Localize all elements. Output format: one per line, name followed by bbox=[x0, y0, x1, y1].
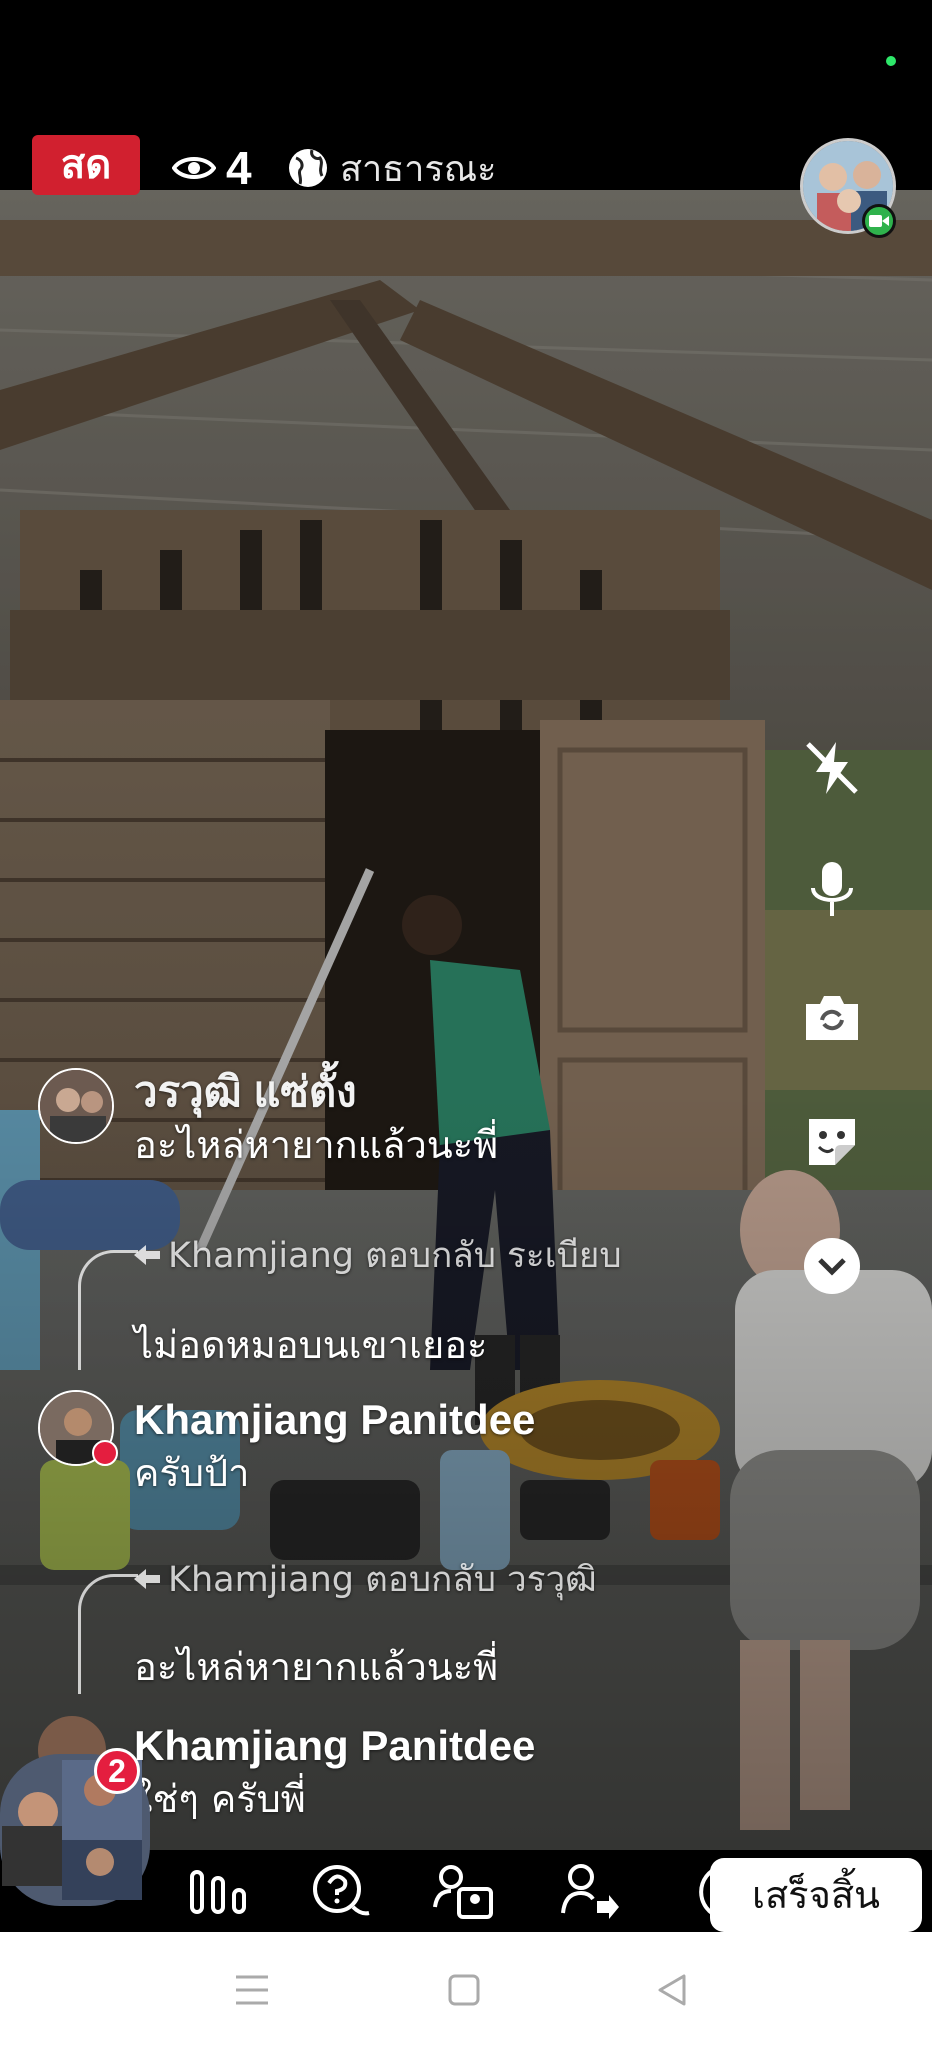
invite-button[interactable] bbox=[556, 1858, 624, 1926]
viewer-count-group[interactable]: 4 bbox=[172, 138, 252, 198]
comment-text: อะไหล่หายากแล้วนะพี่ bbox=[134, 1645, 499, 1689]
chevron-down-icon bbox=[804, 1238, 860, 1294]
commenter-name[interactable]: Khamjiang Panitdee bbox=[134, 1720, 535, 1772]
guest-icon bbox=[433, 1865, 493, 1919]
reply-context-text: Khamjiang ตอบกลับ ระเบียบ bbox=[168, 1236, 622, 1276]
privacy-selector[interactable]: สาธารณะ bbox=[286, 138, 496, 198]
poll-icon bbox=[190, 1870, 246, 1914]
video-camera-icon bbox=[862, 204, 896, 238]
commenter-name[interactable]: Khamjiang Panitdee bbox=[134, 1394, 535, 1446]
camera-indicator-dot bbox=[886, 56, 896, 66]
privacy-label: สาธารณะ bbox=[340, 148, 497, 190]
poll-button[interactable] bbox=[184, 1858, 252, 1926]
flash-off-button[interactable] bbox=[800, 736, 864, 800]
comment-item: วรวุฒิ แซ่ตั้ง อะไหล่หายากแล้วนะพี่ bbox=[134, 1066, 498, 1172]
comment-text: ครับป้า bbox=[134, 1451, 250, 1495]
switch-camera-icon bbox=[806, 996, 858, 1040]
invite-icon bbox=[561, 1864, 619, 1919]
microphone-button[interactable] bbox=[800, 858, 864, 922]
comment-text: อะไหล่หายากแล้วนะพี่ bbox=[134, 1123, 499, 1167]
nav-home-button[interactable] bbox=[436, 1962, 492, 2018]
reply-thread-line bbox=[78, 1250, 138, 1370]
home-icon bbox=[448, 1974, 480, 2006]
question-icon bbox=[313, 1865, 370, 1916]
system-nav-bar bbox=[0, 1932, 932, 2046]
reply-context: Khamjiang ตอบกลับ วรวุฒิ bbox=[134, 1556, 597, 1604]
eye-icon bbox=[172, 157, 216, 179]
guest-button[interactable] bbox=[430, 1858, 498, 1926]
reply-thread-line bbox=[78, 1574, 138, 1694]
comment-text: ใช่ๆ ครับพี่ bbox=[134, 1777, 306, 1821]
collapse-button[interactable] bbox=[800, 1234, 864, 1298]
back-icon bbox=[658, 1974, 686, 2006]
live-badge: สด bbox=[32, 135, 140, 195]
viewer-count: 4 bbox=[226, 142, 252, 194]
flash-off-icon bbox=[806, 742, 858, 794]
reply-arrow-icon bbox=[134, 1569, 160, 1589]
commenter-avatar[interactable] bbox=[38, 1068, 114, 1144]
comment-item: Khamjiang Panitdee ใช่ๆ ครับพี่ bbox=[134, 1720, 535, 1826]
sticker-button[interactable] bbox=[800, 1110, 864, 1174]
globe-icon bbox=[289, 149, 327, 187]
microphone-icon bbox=[811, 862, 853, 916]
comment-item: Khamjiang Panitdee ครับป้า bbox=[134, 1394, 535, 1500]
nav-menu-button[interactable] bbox=[224, 1962, 280, 2018]
reply-context-text: Khamjiang ตอบกลับ วรวุฒิ bbox=[168, 1560, 597, 1600]
switch-camera-button[interactable] bbox=[800, 986, 864, 1050]
finish-button[interactable]: เสร็จสิ้น bbox=[710, 1858, 922, 1932]
reply-arrow-icon bbox=[134, 1245, 160, 1265]
live-host-badge bbox=[92, 1440, 118, 1466]
commenter-name[interactable]: วรวุฒิ แซ่ตั้ง bbox=[134, 1066, 498, 1118]
question-button[interactable] bbox=[306, 1858, 374, 1926]
reply-context: Khamjiang ตอบกลับ ระเบียบ bbox=[134, 1232, 622, 1280]
menu-icon bbox=[236, 1975, 268, 2005]
sticker-icon bbox=[809, 1119, 855, 1165]
notification-badge: 2 bbox=[94, 1748, 140, 1794]
nav-back-button[interactable] bbox=[644, 1962, 700, 2018]
participants-stack[interactable] bbox=[0, 1716, 150, 1906]
comment-text: ไม่อดหมอบนเขาเยอะ bbox=[134, 1323, 488, 1367]
